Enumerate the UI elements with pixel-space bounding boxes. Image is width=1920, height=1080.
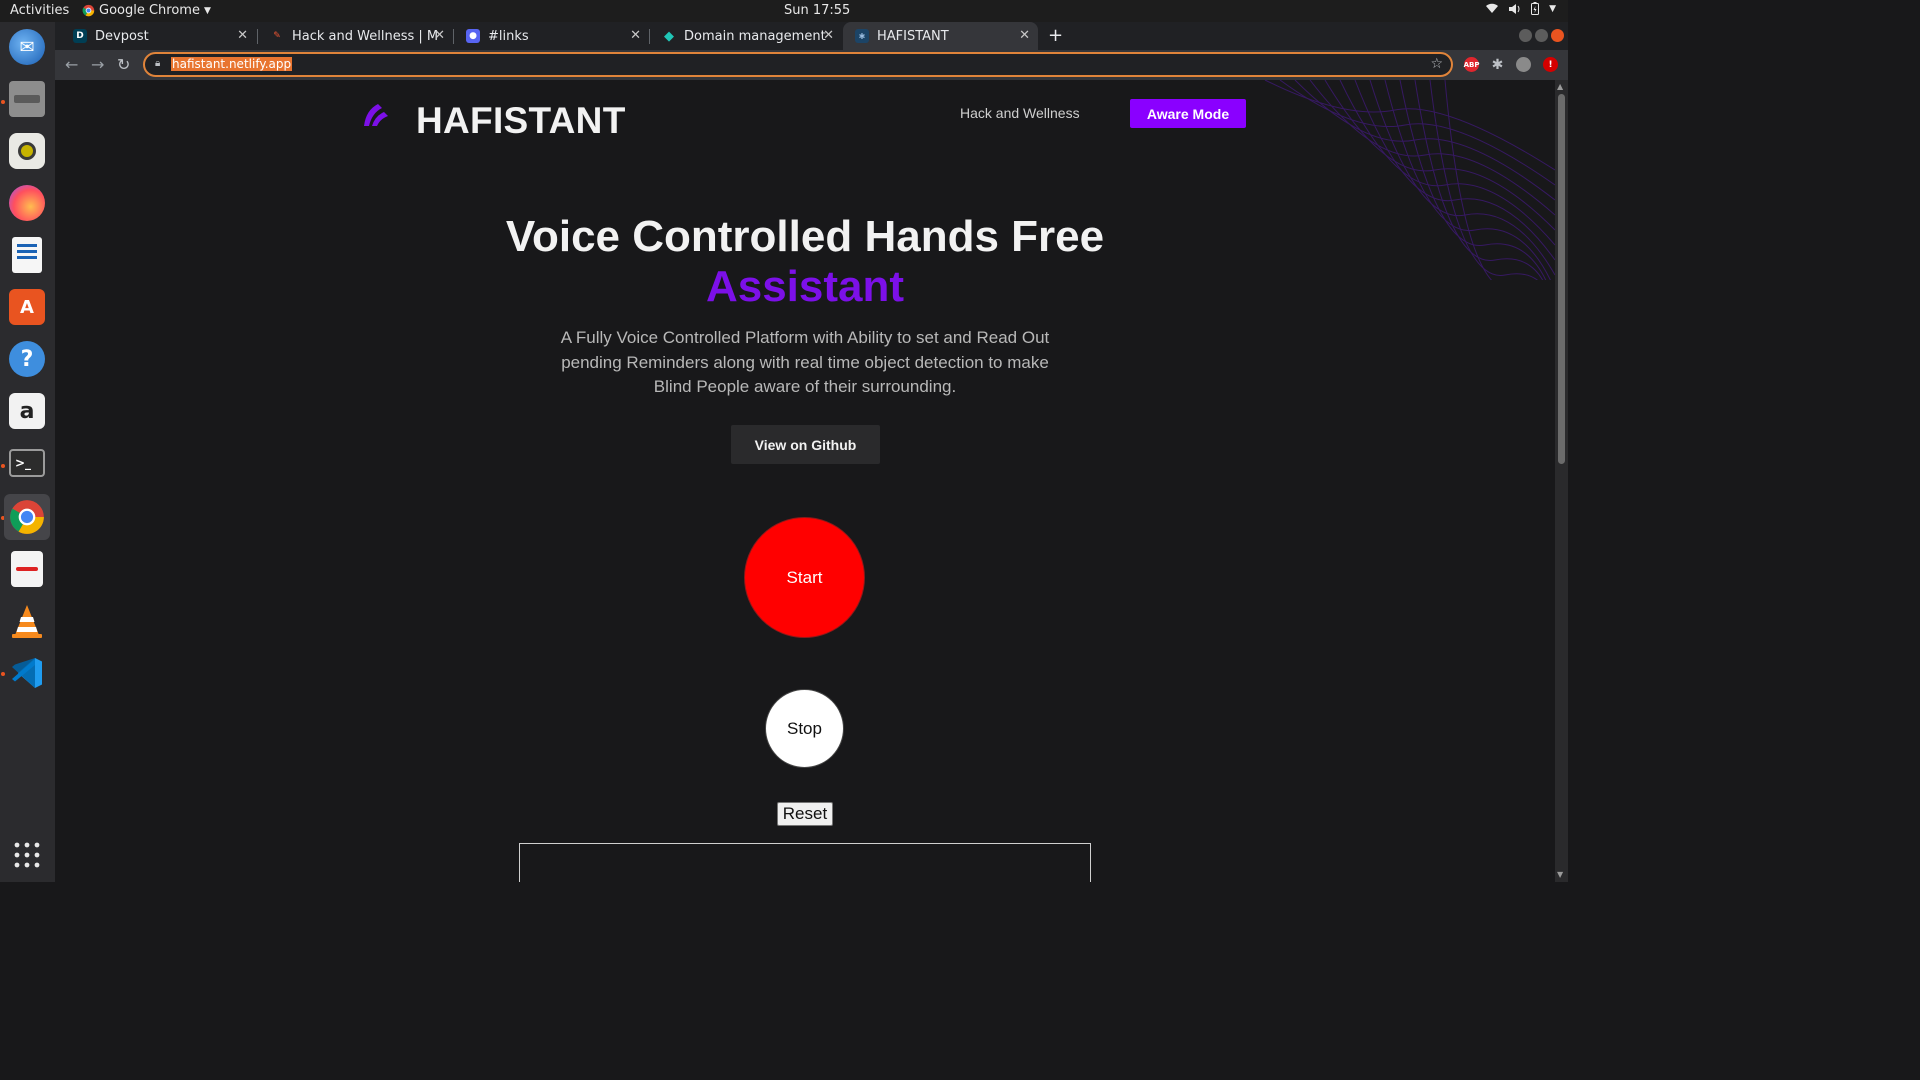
transcript-box[interactable] [519, 843, 1091, 882]
scroll-up-icon[interactable]: ▲ [1557, 82, 1563, 91]
dock-show-apps[interactable] [4, 832, 50, 878]
dock-vlc[interactable] [4, 598, 50, 644]
tab-domain-management[interactable]: ◆ Domain management | Sl ✕ [650, 22, 842, 50]
speaker-icon [9, 133, 45, 169]
thunderbird-icon: ✉ [9, 29, 45, 65]
tab-title: Devpost [95, 28, 149, 44]
aware-mode-button[interactable]: Aware Mode [1130, 99, 1246, 128]
dock-terminal[interactable]: >_ [4, 440, 50, 486]
browser-tab-strip: D Devpost ✕ ✎ Hack and Wellness | Majo ✕… [55, 22, 1568, 50]
dock-thunderbird[interactable]: ✉ [4, 24, 50, 70]
activities-button[interactable]: Activities [10, 3, 69, 18]
system-menu-chevron-icon: ▼ [1549, 3, 1556, 14]
dock-rhythmbox[interactable] [4, 128, 50, 174]
dock-files[interactable] [4, 76, 50, 122]
hero-headline: Voice Controlled Hands Free [505, 212, 1105, 261]
document-writer-icon [12, 237, 42, 273]
extensions-puzzle-icon[interactable]: ✱ [1490, 57, 1505, 73]
scrollbar-thumb[interactable] [1558, 94, 1565, 464]
tab-devpost[interactable]: D Devpost ✕ [61, 22, 256, 50]
dock-amazon[interactable]: a [4, 388, 50, 434]
amazon-icon: a [9, 393, 45, 429]
hafistant-logo-icon [364, 104, 388, 126]
help-icon: ? [9, 341, 45, 377]
tab-hafistant[interactable]: ✱ HAFISTANT ✕ [843, 22, 1038, 50]
adblock-extension-icon[interactable]: ABP [1464, 57, 1479, 72]
chrome-small-icon [82, 4, 95, 17]
web-page: HAFISTANT Hack and Wellness Aware Mode V… [55, 80, 1555, 882]
dock-software[interactable]: A [4, 284, 50, 330]
terminal-icon: >_ [9, 449, 45, 477]
close-icon[interactable]: ✕ [823, 28, 834, 43]
address-bar[interactable]: 🔒︎ hafistant.netlify.app ☆ [143, 52, 1453, 77]
chrome-icon [10, 500, 44, 534]
chevron-down-icon: ▼ [203, 5, 211, 16]
document-viewer-icon [11, 551, 43, 587]
dock-evince[interactable] [4, 546, 50, 592]
minimize-button[interactable] [1519, 29, 1532, 42]
scroll-down-icon[interactable]: ▼ [1557, 870, 1563, 879]
tab-title: HAFISTANT [877, 28, 949, 44]
new-tab-button[interactable]: + [1048, 25, 1063, 46]
system-top-bar: Activities Google Chrome ▼ Sun 17:55 ▼ [0, 0, 1568, 22]
url-text[interactable]: hafistant.netlify.app [171, 57, 293, 71]
tab-hack-and-wellness[interactable]: ✎ Hack and Wellness | Majo ✕ [258, 22, 453, 50]
bookmark-star-icon[interactable]: ☆ [1430, 56, 1443, 72]
brand-title[interactable]: HAFISTANT [416, 100, 626, 142]
dock-chrome[interactable] [4, 494, 50, 540]
lock-icon: 🔒︎ [155, 58, 161, 69]
reset-button[interactable]: Reset [777, 802, 833, 826]
app-menu-label: Google Chrome [99, 3, 200, 18]
forward-arrow-icon[interactable]: → [91, 55, 104, 74]
software-center-icon: A [9, 289, 45, 325]
close-icon[interactable]: ✕ [630, 28, 641, 43]
vlc-cone-icon [12, 605, 42, 638]
update-alert-icon[interactable]: ! [1543, 57, 1558, 72]
hackathon-icon: ✎ [273, 31, 281, 41]
discord-icon: ● [466, 29, 480, 43]
file-cabinet-icon [9, 81, 45, 117]
app-grid-icon [14, 842, 40, 868]
firefox-icon [9, 185, 45, 221]
reload-icon[interactable]: ↻ [117, 55, 130, 74]
close-icon[interactable]: ✕ [237, 28, 248, 43]
hafistant-icon: ✱ [855, 29, 869, 43]
dock-writer[interactable] [4, 232, 50, 278]
view-on-github-button[interactable]: View on Github [731, 425, 880, 464]
start-button[interactable]: Start [744, 517, 865, 638]
stop-button[interactable]: Stop [765, 689, 844, 768]
dock-firefox[interactable] [4, 180, 50, 226]
system-tray[interactable]: ▼ [1486, 2, 1556, 15]
tab-title: Hack and Wellness | Majo [292, 28, 437, 44]
app-menu[interactable]: Google Chrome ▼ [82, 3, 211, 18]
volume-icon [1509, 3, 1520, 14]
dock-vscode[interactable] [4, 650, 50, 696]
profile-avatar[interactable] [1516, 57, 1531, 72]
devpost-icon: D [73, 29, 87, 43]
netlify-icon: ◆ [664, 28, 674, 44]
close-icon[interactable]: ✕ [434, 28, 445, 43]
hero-headline-accent: Assistant [705, 262, 905, 311]
battery-icon [1531, 2, 1540, 15]
tab-links[interactable]: ● #links ✕ [454, 22, 649, 50]
clock[interactable]: Sun 17:55 [784, 3, 850, 18]
nav-link-hack-and-wellness[interactable]: Hack and Wellness [960, 105, 1080, 121]
back-arrow-icon[interactable]: ← [65, 55, 78, 74]
maximize-button[interactable] [1535, 29, 1548, 42]
vscode-icon [12, 658, 42, 688]
wifi-icon [1486, 3, 1499, 13]
page-scrollbar[interactable]: ▲ ▼ [1555, 80, 1568, 882]
close-icon[interactable]: ✕ [1019, 28, 1030, 43]
browser-toolbar: ← → ↻ 🔒︎ hafistant.netlify.app ☆ ABP ✱ ! [55, 50, 1568, 80]
dock-help[interactable]: ? [4, 336, 50, 382]
application-dock: ✉ A ? a >_ [0, 22, 55, 882]
tab-title: #links [488, 28, 529, 44]
window-close-button[interactable] [1551, 29, 1564, 42]
tab-title: Domain management | Sl [684, 28, 829, 44]
hero-description: A Fully Voice Controlled Platform with A… [560, 328, 1050, 396]
